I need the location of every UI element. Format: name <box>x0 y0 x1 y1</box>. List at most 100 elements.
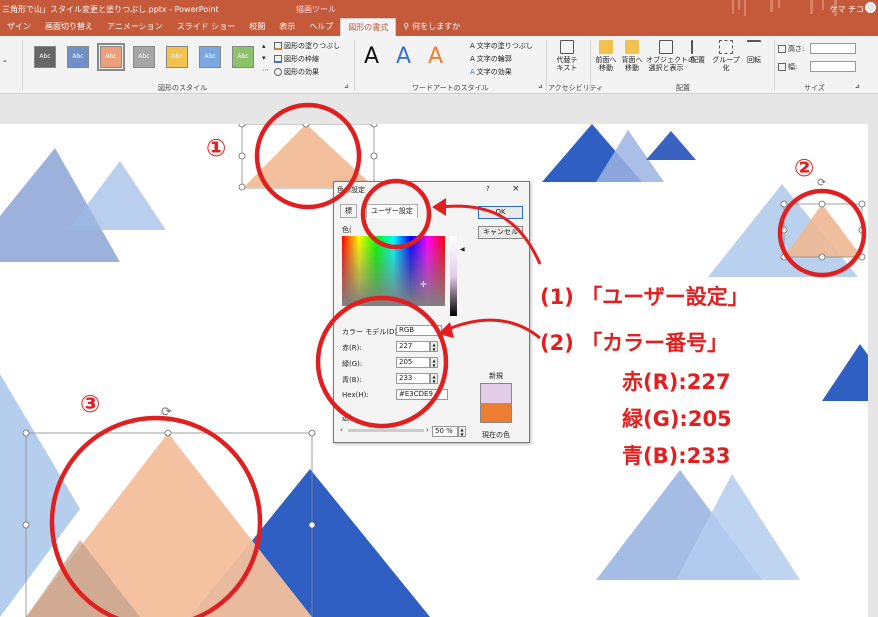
transparency-label: 透( <box>342 414 352 422</box>
text-outline-icon: A <box>470 55 475 63</box>
accessibility-group-label: アクセシビリティ <box>548 84 604 92</box>
tell-me-box[interactable]: ⚲ 何をしますか <box>396 18 467 36</box>
transparency-input[interactable]: 50 % <box>432 426 458 437</box>
new-color-label: 新規 <box>489 372 503 380</box>
user-avatar[interactable] <box>865 2 876 13</box>
bring-forward-icon <box>599 40 613 54</box>
send-backward-icon <box>625 40 639 54</box>
text-fill-icon: A <box>470 42 475 50</box>
rotate-icon: ⟳ <box>817 176 826 189</box>
red-value-annotation: 赤(R):227 <box>622 370 731 394</box>
cancel-button[interactable]: キャンセル <box>478 226 523 239</box>
blue-value-annotation: 青(B):233 <box>622 444 731 468</box>
tab-slide-show[interactable]: スライド ショー <box>170 18 243 36</box>
transparency-slider[interactable] <box>348 429 424 432</box>
tab-shape-format[interactable]: 図形の書式 <box>340 18 397 36</box>
dialog-title: 色の設定 <box>337 186 365 194</box>
dialog-launcher-icon[interactable]: ⊿ <box>344 83 349 90</box>
title-bar: 三角形で山」スタイル変更と塗りつぶし.pptx - PowerPoint 描画ツ… <box>0 0 878 36</box>
wordart-dialog-launcher-icon[interactable]: ⊿ <box>538 83 543 90</box>
powerpoint-window: 三角形で山」スタイル変更と塗りつぶし.pptx - PowerPoint 描画ツ… <box>0 0 878 617</box>
luminance-slider[interactable] <box>450 236 457 316</box>
transparency-right-arrow-icon[interactable]: › <box>426 426 429 434</box>
crosshair-icon: ✛ <box>420 280 427 289</box>
wordart-style-2[interactable]: A <box>396 44 411 69</box>
tab-help[interactable]: ヘルプ <box>302 18 340 36</box>
rotate-button[interactable]: 回転 <box>744 40 764 64</box>
text-fill-button[interactable]: A 文字の塗りつぶし <box>470 41 533 51</box>
group-button[interactable]: グループ化 <box>710 40 742 72</box>
wordart-style-3[interactable]: A <box>428 44 443 69</box>
triangle-shape <box>68 161 166 230</box>
green-input[interactable]: 205 <box>396 357 430 368</box>
shape-style-swatch[interactable]: Abc <box>199 46 221 68</box>
hex-input[interactable]: #E3CDE9 <box>396 389 448 400</box>
bring-forward-button[interactable]: 前面へ 移動 <box>594 40 618 72</box>
shape-style-swatch[interactable]: Abc <box>166 46 188 68</box>
tab-animations[interactable]: アニメーション <box>100 18 170 36</box>
size-group-label: サイズ <box>804 84 825 92</box>
tab-view[interactable]: 表示 <box>272 18 302 36</box>
alt-text-button[interactable]: 代替テ キスト <box>552 40 582 72</box>
arrange-group-label: 配置 <box>676 84 690 92</box>
shape-style-swatch[interactable]: Abc <box>97 43 125 71</box>
shape-style-swatch[interactable]: Abc <box>133 46 155 68</box>
editor-background <box>0 94 878 124</box>
blue-spinner[interactable]: ▲ ▼ <box>430 373 438 384</box>
height-input[interactable] <box>810 43 856 54</box>
selection-pane-button[interactable]: オブジェクトの 選択と表示 <box>646 40 695 72</box>
group-icon <box>719 40 733 54</box>
gallery-scroll-down-icon[interactable]: ▾ <box>262 54 266 62</box>
tab-design[interactable]: ザイン <box>0 18 38 36</box>
rotate-icon: ⟳ <box>161 405 172 420</box>
blue-input[interactable]: 233 <box>396 373 430 384</box>
gallery-more-icon[interactable]: ⋯ <box>262 66 269 74</box>
red-spinner[interactable]: ▲ ▼ <box>430 341 438 352</box>
shape-style-swatch[interactable]: Abc <box>67 46 89 68</box>
height-label: 高さ: <box>778 44 804 54</box>
tab-custom[interactable]: ユーザー設定 <box>366 204 418 218</box>
contextual-tab-title: 描画ツール <box>296 5 336 14</box>
width-label: 幅: <box>778 62 797 72</box>
text-effects-icon: A <box>470 68 475 76</box>
marker-2: ② <box>794 154 815 182</box>
transparency-spinner[interactable]: ▲ ▼ <box>458 426 466 437</box>
insert-shapes-chevron-icon[interactable]: ⌄ <box>2 56 8 64</box>
shape-style-swatch[interactable]: Abc <box>34 46 56 68</box>
color-spectrum[interactable] <box>342 236 445 306</box>
text-outline-button[interactable]: A 文字の輪郭 <box>470 54 512 64</box>
close-button[interactable]: × <box>512 184 520 194</box>
shape-effects-button[interactable]: 図形の効果 <box>274 67 319 77</box>
gallery-scroll-up-icon[interactable]: ▴ <box>262 42 266 50</box>
wordart-style-1[interactable]: A <box>364 44 379 69</box>
current-color-swatch <box>480 403 512 423</box>
text-effects-button[interactable]: A 文字の効果 <box>470 67 512 77</box>
document-title: 三角形で山」スタイル変更と塗りつぶし.pptx - PowerPoint <box>2 5 219 14</box>
tab-standard[interactable]: 標 <box>340 204 357 218</box>
blue-label: 青(B): <box>342 376 362 384</box>
shape-style-swatch[interactable]: Abc <box>232 46 254 68</box>
tab-transitions[interactable]: 画面切り替え <box>38 18 100 36</box>
ribbon: ⌄ Abc Abc Abc Abc Abc Abc Abc ▴ ▾ ⋯ 図形の塗りつぶし 図… <box>0 36 878 94</box>
align-button[interactable]: 配置 <box>688 40 708 64</box>
shape-outline-button[interactable]: 図形の枠線 <box>274 54 319 64</box>
green-label: 緑(G): <box>342 360 363 368</box>
red-label: 赤(R): <box>342 344 362 352</box>
transparency-left-arrow-icon[interactable]: ‹ <box>340 426 343 434</box>
marker-1: ① <box>206 134 227 162</box>
slider-arrow-icon[interactable]: ◀ <box>460 246 465 253</box>
width-input[interactable] <box>810 61 856 72</box>
shape-fill-button[interactable]: 図形の塗りつぶし <box>274 41 340 51</box>
green-spinner[interactable]: ▲ ▼ <box>430 357 438 368</box>
red-input[interactable]: 227 <box>396 341 430 352</box>
tab-review[interactable]: 校閲 <box>242 18 272 36</box>
size-dialog-launcher-icon[interactable]: ⊿ <box>855 83 860 90</box>
help-button[interactable]: ? <box>486 185 490 193</box>
new-color-swatch <box>480 383 512 403</box>
ok-button[interactable]: OK <box>478 206 523 219</box>
color-model-select[interactable]: RGB <box>396 325 442 336</box>
step1-annotation: (1) 「ユーザー設定」 <box>540 285 749 309</box>
lightbulb-icon: ⚲ <box>403 22 410 31</box>
send-backward-button[interactable]: 背面へ 移動 <box>620 40 644 72</box>
user-name[interactable]: ケマ チコ <box>829 4 864 15</box>
